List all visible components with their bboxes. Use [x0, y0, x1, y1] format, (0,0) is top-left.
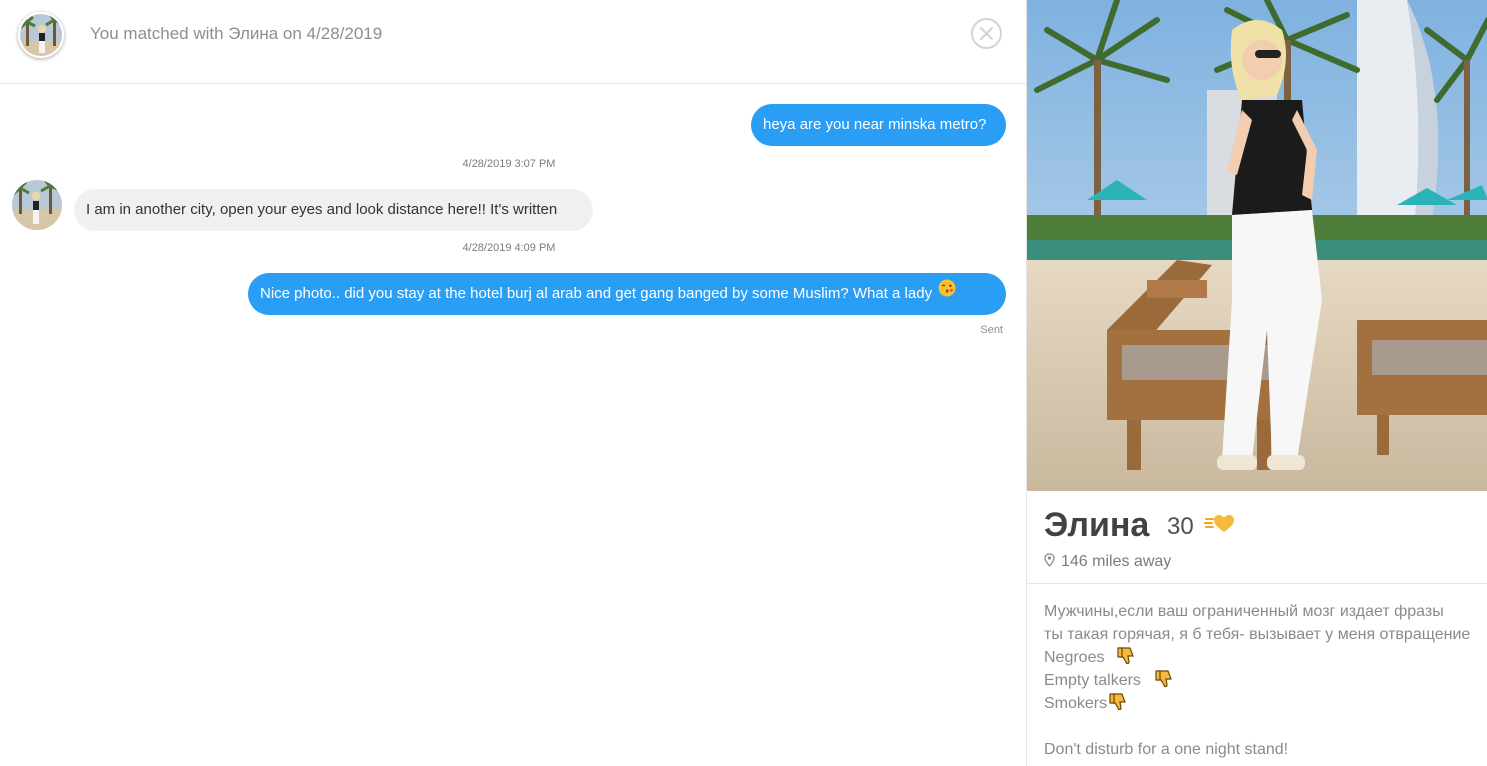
bio-dislike-item: Negroes [1044, 646, 1487, 669]
profile-photo[interactable] [1027, 0, 1487, 491]
distance-text: 146 miles away [1061, 553, 1172, 570]
message-text: Nice photo.. did you stay at the hotel b… [260, 285, 933, 302]
match-info-text: You matched with Элина on 4/28/2019 [90, 24, 383, 43]
sender-avatar[interactable] [12, 180, 62, 230]
message-status: Sent [980, 324, 1003, 336]
bio-line: Мужчины,если ваш ограниченный мозг издае… [1044, 603, 1444, 620]
profile-panel: Элина 30 146 miles away Мужчины,если ваш… [1026, 0, 1487, 766]
chat-panel: You matched with Элина on 4/28/2019 heya… [0, 0, 1026, 766]
thumbs-down-icon [1109, 692, 1129, 719]
match-avatar[interactable] [18, 12, 64, 58]
divider [1027, 583, 1487, 584]
profile-bio: Мужчины,если ваш ограниченный мозг издае… [1044, 600, 1487, 761]
profile-name: Элина [1044, 506, 1150, 544]
message-timestamp: 4/28/2019 4:09 PM [462, 242, 556, 254]
winking-kiss-emoji-icon [938, 272, 956, 314]
chat-header: You matched with Элина on 4/28/2019 [0, 0, 1026, 84]
bio-dislike-item: Smokers [1044, 692, 1487, 715]
dislike-text: Empty talkers [1044, 672, 1141, 689]
bio-dislike-item: Empty talkers [1044, 669, 1487, 692]
location-pin-icon [1044, 553, 1055, 567]
dislike-text: Smokers [1044, 695, 1108, 712]
bio-line: ты такая горячая, я б тебя- вызывает у м… [1044, 626, 1471, 643]
sent-message-bubble[interactable]: Nice photo.. did you stay at the hotel b… [248, 273, 1006, 315]
received-message-bubble[interactable]: I am in another city, open your eyes and… [74, 189, 593, 231]
dislike-text: Negroes [1044, 649, 1105, 666]
close-button[interactable] [971, 18, 1002, 49]
message-timestamp: 4/28/2019 3:07 PM [462, 158, 556, 170]
thumbs-down-icon [1155, 669, 1175, 696]
profile-age: 30 [1167, 513, 1194, 540]
heart-passions-icon [1203, 512, 1234, 541]
profile-distance: 146 miles away [1044, 552, 1171, 572]
bio-line: Don't disturb for a one night stand! [1044, 741, 1289, 758]
close-icon [980, 27, 993, 40]
sent-message-bubble[interactable]: heya are you near minska metro? [751, 104, 1006, 146]
